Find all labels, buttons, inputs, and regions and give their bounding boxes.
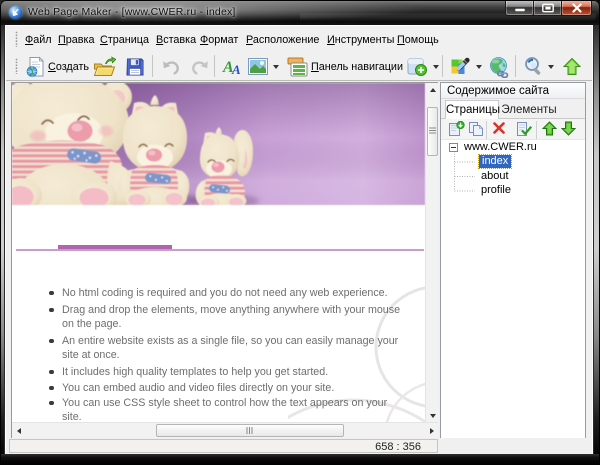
svg-text:A: A: [231, 62, 241, 77]
